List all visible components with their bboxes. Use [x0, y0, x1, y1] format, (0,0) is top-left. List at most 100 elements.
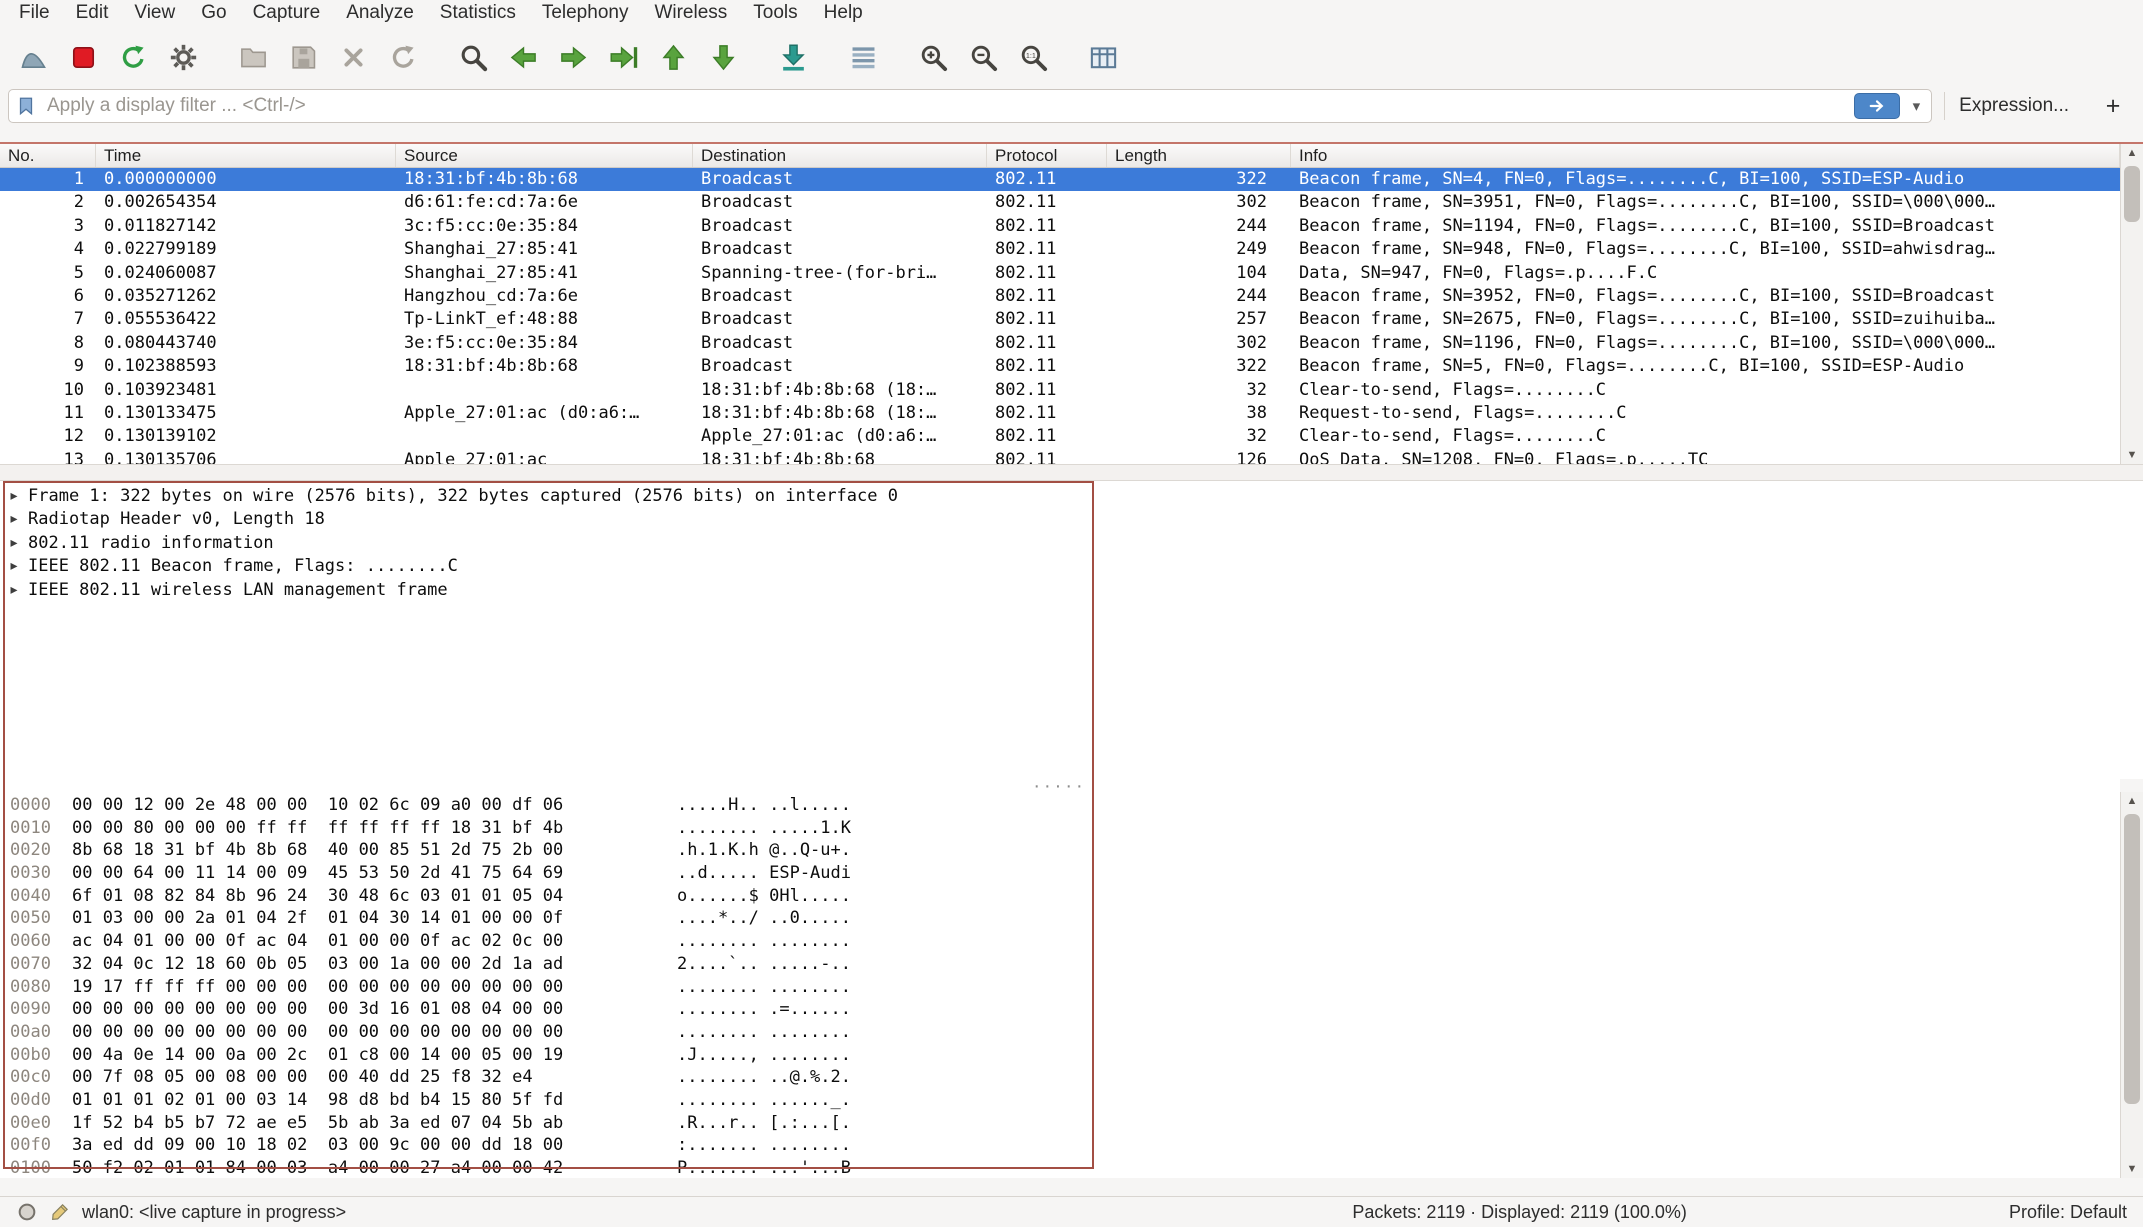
packet-row-11[interactable]: 110.130133475Apple_27:01:ac (d0:a6:…18:3…: [0, 402, 2120, 425]
expert-info-icon[interactable]: [16, 1201, 38, 1223]
expander-icon[interactable]: ▸: [0, 532, 28, 555]
scroll-down-icon[interactable]: ▼: [2121, 1160, 2143, 1178]
expander-icon[interactable]: ▸: [0, 508, 28, 531]
menu-item-capture[interactable]: Capture: [240, 0, 334, 26]
hex-row-0090[interactable]: 009000 00 00 00 00 00 00 00 00 3d 16 01 …: [0, 998, 2120, 1021]
find-packet-button[interactable]: [448, 32, 498, 82]
hex-row-0060[interactable]: 0060ac 04 01 00 00 0f ac 04 01 00 00 0f …: [0, 930, 2120, 953]
column-header-destination[interactable]: Destination: [693, 144, 987, 167]
expander-icon[interactable]: ▸: [0, 485, 28, 508]
open-capture-file-button[interactable]: [228, 32, 278, 82]
reload-capture-file-button[interactable]: [378, 32, 428, 82]
scroll-up-icon[interactable]: ▲: [2121, 792, 2143, 810]
detail-line-3[interactable]: ▸IEEE 802.11 Beacon frame, Flags: ......…: [0, 555, 2143, 578]
hex-dump-scrollbar-track[interactable]: [2121, 810, 2143, 1160]
hex-row-0010[interactable]: 001000 00 80 00 00 00 ff ff ff ff ff ff …: [0, 817, 2120, 840]
restart-capture-button[interactable]: [108, 32, 158, 82]
hex-row-0030[interactable]: 003000 00 64 00 11 14 00 09 45 53 50 2d …: [0, 862, 2120, 885]
hex-row-0080[interactable]: 008019 17 ff ff ff 00 00 00 00 00 00 00 …: [0, 976, 2120, 999]
stop-capture-button[interactable]: [58, 32, 108, 82]
detail-line-2[interactable]: ▸802.11 radio information: [0, 532, 2143, 555]
apply-filter-button[interactable]: [1854, 93, 1900, 119]
packet-row-4[interactable]: 40.022799189Shanghai_27:85:41Broadcast80…: [0, 238, 2120, 261]
hex-row-0020[interactable]: 00208b 68 18 31 bf 4b 8b 68 40 00 85 51 …: [0, 839, 2120, 862]
packet-row-10[interactable]: 100.10392348118:31:bf:4b:8b:68 (18:…802.…: [0, 379, 2120, 402]
go-to-packet-button[interactable]: [598, 32, 648, 82]
expression-button[interactable]: Expression...: [1944, 92, 2083, 120]
colorize-packets-button[interactable]: [838, 32, 888, 82]
capture-options-button[interactable]: [158, 32, 208, 82]
resize-columns-button[interactable]: [1078, 32, 1128, 82]
column-header-source[interactable]: Source: [396, 144, 693, 167]
packet-list-scrollbar[interactable]: ▲ ▼: [2120, 144, 2143, 464]
packet-row-8[interactable]: 80.0804437403e:f5:cc:0e:35:84Broadcast80…: [0, 332, 2120, 355]
menu-item-tools[interactable]: Tools: [740, 0, 810, 26]
menu-item-go[interactable]: Go: [188, 0, 239, 26]
packet-list-scrollbar-thumb[interactable]: [2124, 166, 2140, 222]
packet-row-12[interactable]: 120.130139102Apple_27:01:ac (d0:a6:…802.…: [0, 425, 2120, 448]
go-first-packet-button[interactable]: [648, 32, 698, 82]
close-capture-file-button[interactable]: [328, 32, 378, 82]
go-forward-button[interactable]: [548, 32, 598, 82]
hex-row-0070[interactable]: 007032 04 0c 12 18 60 0b 05 03 00 1a 00 …: [0, 953, 2120, 976]
packet-row-7[interactable]: 70.055536422Tp-LinkT_ef:48:88Broadcast80…: [0, 308, 2120, 331]
expander-icon[interactable]: ▸: [0, 579, 28, 602]
packet-row-2[interactable]: 20.002654354d6:61:fe:cd:7a:6eBroadcast80…: [0, 191, 2120, 214]
detail-line-4[interactable]: ▸IEEE 802.11 wireless LAN management fra…: [0, 579, 2143, 602]
menu-item-telephony[interactable]: Telephony: [529, 0, 642, 26]
save-capture-file-button[interactable]: [278, 32, 328, 82]
hex-row-0050[interactable]: 005001 03 00 00 2a 01 04 2f 01 04 30 14 …: [0, 907, 2120, 930]
go-last-packet-button[interactable]: [698, 32, 748, 82]
scroll-up-icon[interactable]: ▲: [2121, 144, 2143, 162]
detail-line-1[interactable]: ▸Radiotap Header v0, Length 18: [0, 508, 2143, 531]
packet-row-3[interactable]: 30.0118271423c:f5:cc:0e:35:84Broadcast80…: [0, 215, 2120, 238]
zoom-original-button[interactable]: 1:1: [1008, 32, 1058, 82]
column-header-info[interactable]: Info: [1291, 144, 2120, 167]
packet-row-1[interactable]: 10.00000000018:31:bf:4b:8b:68Broadcast80…: [0, 168, 2120, 191]
hex-row-0040[interactable]: 00406f 01 08 82 84 8b 96 24 30 48 6c 03 …: [0, 885, 2120, 908]
bookmark-icon[interactable]: [15, 95, 37, 117]
profile-status[interactable]: Profile: Default: [2009, 1202, 2127, 1223]
hex-dump-scrollbar-thumb[interactable]: [2124, 814, 2140, 1104]
menu-item-view[interactable]: View: [121, 0, 188, 26]
column-header-no[interactable]: No.: [0, 144, 96, 167]
hex-row-0100[interactable]: 010050 f2 02 01 01 84 00 03 a4 00 00 27 …: [0, 1157, 2120, 1178]
expander-icon[interactable]: ▸: [0, 555, 28, 578]
menu-item-file[interactable]: File: [6, 0, 63, 26]
go-back-button[interactable]: [498, 32, 548, 82]
menu-item-wireless[interactable]: Wireless: [641, 0, 740, 26]
menu-item-statistics[interactable]: Statistics: [427, 0, 529, 26]
display-filter-input[interactable]: [45, 94, 1846, 118]
scroll-down-icon[interactable]: ▼: [2121, 446, 2143, 464]
zoom-out-button[interactable]: [958, 32, 1008, 82]
detail-line-0[interactable]: ▸Frame 1: 322 bytes on wire (2576 bits),…: [0, 485, 2143, 508]
menu-item-edit[interactable]: Edit: [63, 0, 122, 26]
hex-dump-scrollbar[interactable]: ▲ ▼: [2120, 792, 2143, 1178]
zoom-in-button[interactable]: [908, 32, 958, 82]
column-header-protocol[interactable]: Protocol: [987, 144, 1107, 167]
start-capture-button[interactable]: [8, 32, 58, 82]
packet-row-13[interactable]: 130.130135706Apple_27:01:ac18:31:bf:4b:8…: [0, 449, 2120, 464]
menu-item-analyze[interactable]: Analyze: [333, 0, 427, 26]
packet-list-scrollbar-track[interactable]: [2121, 162, 2143, 446]
menu-item-help[interactable]: Help: [811, 0, 876, 26]
capture-comment-icon[interactable]: [49, 1201, 71, 1223]
auto-scroll-button[interactable]: [768, 32, 818, 82]
filter-dropdown-chevron-icon[interactable]: ▾: [1908, 97, 1926, 115]
packet-row-5[interactable]: 50.024060087Shanghai_27:85:41Spanning-tr…: [0, 262, 2120, 285]
column-header-time[interactable]: Time: [96, 144, 396, 167]
hex-row-00d0[interactable]: 00d001 01 01 02 01 00 03 14 98 d8 bd b4 …: [0, 1089, 2120, 1112]
column-header-length[interactable]: Length: [1107, 144, 1291, 167]
hex-row-00c0[interactable]: 00c000 7f 08 05 00 08 00 00 00 40 dd 25 …: [0, 1066, 2120, 1089]
hex-row-00e0[interactable]: 00e01f 52 b4 b5 b7 72 ae e5 5b ab 3a ed …: [0, 1112, 2120, 1135]
add-filter-button[interactable]: +: [2095, 92, 2131, 121]
packet-row-6[interactable]: 60.035271262Hangzhou_cd:7a:6eBroadcast80…: [0, 285, 2120, 308]
hex-row-0000[interactable]: 000000 00 12 00 2e 48 00 00 10 02 6c 09 …: [0, 794, 2120, 817]
pane-resize-handle[interactable]: ·····: [0, 779, 2120, 792]
pane-splitter[interactable]: [0, 464, 2143, 481]
hex-row-00b0[interactable]: 00b000 4a 0e 14 00 0a 00 2c 01 c8 00 14 …: [0, 1044, 2120, 1067]
hex-row-00f0[interactable]: 00f03a ed dd 09 00 10 18 02 03 00 9c 00 …: [0, 1134, 2120, 1157]
display-filter-entry[interactable]: ▾: [8, 89, 1932, 123]
hex-row-00a0[interactable]: 00a000 00 00 00 00 00 00 00 00 00 00 00 …: [0, 1021, 2120, 1044]
packet-row-9[interactable]: 90.10238859318:31:bf:4b:8b:68Broadcast80…: [0, 355, 2120, 378]
